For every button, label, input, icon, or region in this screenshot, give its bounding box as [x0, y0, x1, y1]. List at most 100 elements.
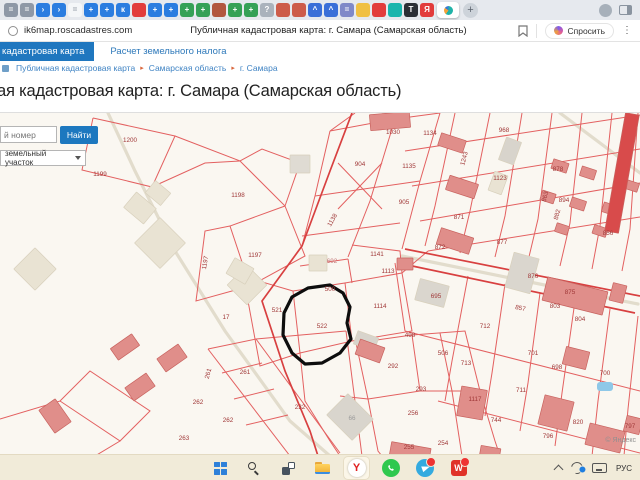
parcel-label: 803 — [550, 303, 561, 310]
map-panel[interactable]: 1200119911981197119790490511381030113411… — [0, 112, 640, 454]
parcel-boundary — [348, 259, 352, 283]
parcel-label: 1113 — [381, 268, 395, 275]
browser-tab[interactable] — [132, 3, 146, 17]
parcel-label: 797 — [625, 423, 636, 430]
toolbar-divider — [536, 24, 537, 38]
parcel-label: 875 — [565, 289, 576, 296]
word-app-button[interactable] — [446, 457, 471, 479]
parcel-label: 254 — [438, 440, 449, 447]
building — [309, 255, 327, 271]
parcel-label: 882 — [553, 208, 563, 220]
parcel-label: 700 — [600, 370, 611, 377]
breadcrumb-separator: ▸ — [231, 64, 235, 72]
parcel-label: 857 — [514, 304, 526, 313]
taskbar: РУС — [0, 454, 640, 480]
telegram-button[interactable] — [412, 457, 437, 479]
browser-tab[interactable]: + — [180, 3, 194, 17]
building-capital — [562, 346, 590, 369]
browser-tab[interactable] — [212, 3, 226, 17]
search-input[interactable] — [0, 126, 57, 143]
parcel-label: 1141 — [370, 251, 384, 258]
address-bar: ik6map.roscadastres.com Публичная кадаст… — [0, 20, 640, 42]
parcel-label: 701 — [528, 350, 539, 357]
browser-tab[interactable]: Я — [420, 3, 434, 17]
tray-chevron-up-icon[interactable] — [554, 465, 564, 475]
page-heading: ая кадастровая карта: г. Самара (Самарск… — [0, 82, 401, 101]
parcel-label: 713 — [461, 360, 472, 367]
browser-tab[interactable]: + — [148, 3, 162, 17]
search-button[interactable]: Найти — [60, 126, 98, 144]
browser-tab[interactable] — [292, 3, 306, 17]
browser-tab[interactable]: + — [84, 3, 98, 17]
browser-tab[interactable]: › — [36, 3, 50, 17]
parcel-label: 804 — [575, 316, 586, 323]
building — [290, 155, 310, 173]
breadcrumb-item[interactable]: Самарская область — [149, 63, 227, 73]
parcel-boundary — [485, 284, 505, 416]
parcel-boundary — [246, 415, 288, 425]
parcel-label: 878 — [553, 166, 564, 173]
browser-tab[interactable] — [276, 3, 290, 17]
profile-icon[interactable] — [599, 4, 612, 17]
new-tab-button[interactable]: + — [463, 3, 478, 18]
tab-strip-tabs: ==››=++к++++++?^^=TЯ — [4, 3, 434, 17]
active-tab-favicon — [444, 6, 453, 15]
windows-icon — [214, 462, 227, 475]
language-indicator[interactable]: РУС — [616, 464, 632, 473]
browser-tab[interactable]: = — [20, 3, 34, 17]
bookmark-icon[interactable] — [518, 25, 528, 37]
browser-tab[interactable] — [372, 3, 386, 17]
url-text[interactable]: ik6map.roscadastres.com — [24, 25, 132, 36]
object-type-select[interactable]: земельный участок — [0, 150, 86, 166]
parcel-label: 744 — [491, 417, 502, 424]
browser-tab[interactable]: к — [116, 3, 130, 17]
notification-badge — [460, 457, 470, 467]
folder-icon — [315, 462, 330, 474]
browser-tab[interactable]: + — [228, 3, 242, 17]
browser-menu-icon[interactable]: ⋮ — [622, 26, 632, 36]
parcel-label: 522 — [317, 323, 328, 330]
site-info-icon[interactable] — [8, 26, 18, 36]
browser-tab[interactable]: + — [196, 3, 210, 17]
keyboard-icon[interactable] — [592, 463, 607, 473]
active-browser-tab[interactable] — [437, 2, 459, 18]
parcel-label: 292 — [388, 363, 399, 370]
sync-icon[interactable] — [569, 460, 585, 476]
browser-tab[interactable]: ^ — [308, 3, 322, 17]
parcel-label: 1198 — [231, 192, 245, 199]
yandex-browser-button[interactable] — [344, 457, 369, 479]
browser-tab[interactable]: ^ — [324, 3, 338, 17]
breadcrumb-item[interactable]: Публичная кадастровая карта — [16, 63, 135, 73]
browser-tab[interactable]: + — [244, 3, 258, 17]
browser-tab[interactable]: = — [4, 3, 18, 17]
browser-tab[interactable]: = — [68, 3, 82, 17]
start-button[interactable] — [208, 457, 233, 479]
cadastral-map-svg[interactable]: 1200119911981197119790490511381030113411… — [0, 113, 640, 455]
nav-link-tax-calc[interactable]: Расчет земельного налога — [110, 42, 226, 61]
browser-tab[interactable]: T — [404, 3, 418, 17]
parcel-label: 894 — [559, 197, 570, 204]
browser-tab[interactable] — [388, 3, 402, 17]
parcel-label: 1134 — [423, 130, 437, 137]
pool — [597, 382, 613, 391]
task-view-button[interactable] — [276, 457, 301, 479]
whatsapp-button[interactable] — [378, 457, 403, 479]
tab-strip-right — [599, 4, 640, 17]
parcel-label: 1114 — [373, 303, 387, 310]
parcel-label: 1138 — [326, 212, 339, 228]
browser-tab[interactable] — [356, 3, 370, 17]
parcel-boundary — [152, 161, 240, 187]
browser-tab[interactable]: › — [52, 3, 66, 17]
parcel-label: 293 — [416, 386, 427, 393]
file-explorer-button[interactable] — [310, 457, 335, 479]
browser-tab[interactable]: + — [100, 3, 114, 17]
side-panel-icon[interactable] — [619, 5, 632, 15]
browser-tab[interactable]: + — [164, 3, 178, 17]
nav-tab-cadastral-map[interactable]: кадастровая карта — [0, 42, 94, 61]
taskbar-search-button[interactable] — [242, 457, 267, 479]
ask-button[interactable]: Спросить — [545, 23, 614, 39]
parcel-label: 876 — [528, 273, 539, 280]
browser-tab[interactable]: ? — [260, 3, 274, 17]
browser-tab[interactable]: = — [340, 3, 354, 17]
parcel-label: 796 — [543, 433, 554, 440]
